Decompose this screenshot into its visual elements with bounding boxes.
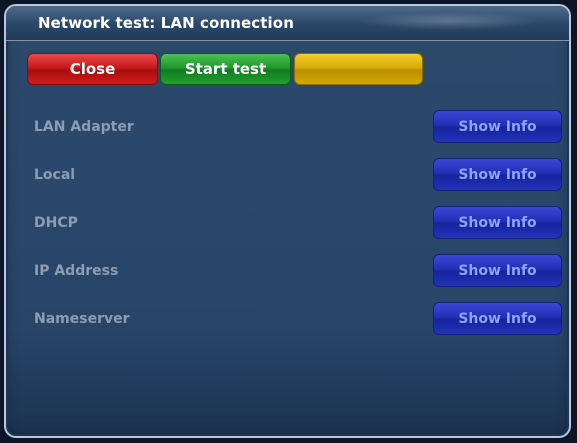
title-bar: Network test: LAN connection: [6, 6, 569, 41]
start-test-button[interactable]: Start test: [160, 53, 291, 85]
local-show-info-button[interactable]: Show Info: [433, 158, 562, 191]
nameserver-show-info-button[interactable]: Show Info: [433, 302, 562, 335]
row-label-local: Local: [34, 167, 76, 183]
dhcp-show-info-button[interactable]: Show Info: [433, 206, 562, 239]
dialog-title: Network test: LAN connection: [38, 14, 294, 32]
network-test-dialog: Network test: LAN connection Close Start…: [4, 4, 571, 438]
row-label-lan-adapter: LAN Adapter: [34, 119, 134, 135]
yellow-button[interactable]: [294, 53, 423, 85]
title-bar-sheen: [359, 12, 539, 30]
ip-address-show-info-button[interactable]: Show Info: [433, 254, 562, 287]
close-button[interactable]: Close: [27, 53, 158, 85]
row-label-dhcp: DHCP: [34, 215, 78, 231]
row-label-nameserver: Nameserver: [34, 311, 130, 327]
lan-adapter-show-info-button[interactable]: Show Info: [433, 110, 562, 143]
row-label-ip-address: IP Address: [34, 263, 119, 279]
